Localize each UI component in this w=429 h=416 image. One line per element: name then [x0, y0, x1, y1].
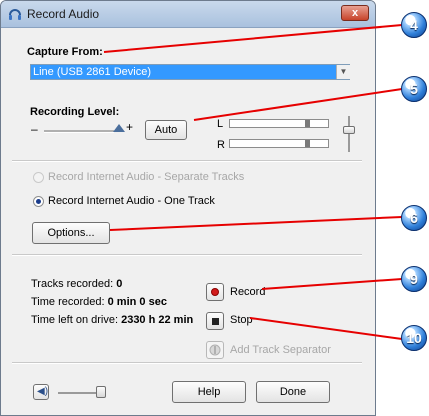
tracks-recorded: Tracks recorded: 0 [31, 278, 122, 290]
balance-slider-thumb[interactable] [343, 126, 355, 134]
plus-icon: + [126, 120, 134, 134]
mute-button[interactable]: ◀) [33, 384, 49, 400]
chevron-down-icon[interactable]: ▼ [336, 65, 350, 79]
time-left-value: 2330 h 22 min [121, 314, 194, 326]
level-meter-left [229, 119, 329, 128]
recording-level-label: Recording Level: [30, 106, 120, 118]
time-recorded-label: Time recorded: [31, 296, 108, 308]
radio-one-track[interactable] [33, 196, 44, 207]
level-meter-right [229, 139, 329, 148]
meter-right-label: R [217, 139, 225, 151]
time-recorded: Time recorded: 0 min 0 sec [31, 296, 167, 308]
tracks-recorded-label: Tracks recorded: [31, 278, 117, 290]
stop-button[interactable] [206, 312, 224, 330]
close-button[interactable]: x [341, 5, 369, 21]
callout-badge-10: 10 [401, 325, 427, 351]
meter-left-label: L [217, 118, 224, 130]
balance-slider-track[interactable] [348, 116, 350, 152]
divider [12, 160, 362, 162]
close-icon: x [351, 7, 359, 19]
divider [12, 254, 362, 256]
callout-badge-4: 4 [401, 12, 427, 38]
meter-left-peak [305, 120, 310, 127]
auto-button[interactable]: Auto [145, 120, 187, 140]
record-label[interactable]: Record [230, 286, 265, 298]
stop-icon [212, 318, 219, 325]
options-button[interactable]: Options... [32, 222, 110, 244]
radio-separate-tracks[interactable] [33, 172, 44, 183]
window-title: Record Audio [27, 7, 100, 21]
time-left-label: Time left on drive: [31, 314, 122, 326]
meter-right-peak [305, 140, 310, 147]
track-separator-icon [209, 344, 221, 356]
callout-badge-5: 5 [401, 76, 427, 102]
record-button[interactable] [206, 283, 224, 301]
divider [12, 362, 362, 364]
recording-level-slider[interactable] [44, 130, 114, 133]
time-recorded-value: 0 min 0 sec [107, 296, 167, 308]
speaker-icon: ◀) [37, 386, 49, 397]
radio-separate-tracks-label: Record Internet Audio - Separate Tracks [48, 171, 245, 183]
add-track-separator-button[interactable] [206, 341, 224, 359]
callout-badge-6: 6 [401, 205, 427, 231]
add-track-separator-label[interactable]: Add Track Separator [230, 344, 331, 356]
callout-badge-9: 9 [401, 266, 427, 292]
capture-source-value: Line (USB 2861 Device) [33, 66, 152, 78]
title-bar[interactable]: Record Audio x [1, 1, 375, 28]
recording-level-slider-thumb[interactable] [113, 124, 125, 132]
time-left-on-drive: Time left on drive: 2330 h 22 min [31, 314, 193, 326]
minus-icon: – [31, 122, 38, 136]
capture-source-dropdown[interactable]: Line (USB 2861 Device) ▼ [30, 64, 350, 80]
volume-slider-thumb[interactable] [96, 386, 106, 398]
help-button[interactable]: Help [172, 381, 246, 403]
record-icon [211, 288, 219, 296]
stop-label[interactable]: Stop [230, 314, 253, 326]
done-button[interactable]: Done [256, 381, 330, 403]
capture-from-label: Capture From: [27, 46, 103, 58]
tracks-recorded-value: 0 [116, 278, 123, 290]
headphones-icon [9, 9, 21, 20]
radio-one-track-label: Record Internet Audio - One Track [48, 195, 215, 207]
volume-slider-track[interactable] [58, 392, 100, 394]
